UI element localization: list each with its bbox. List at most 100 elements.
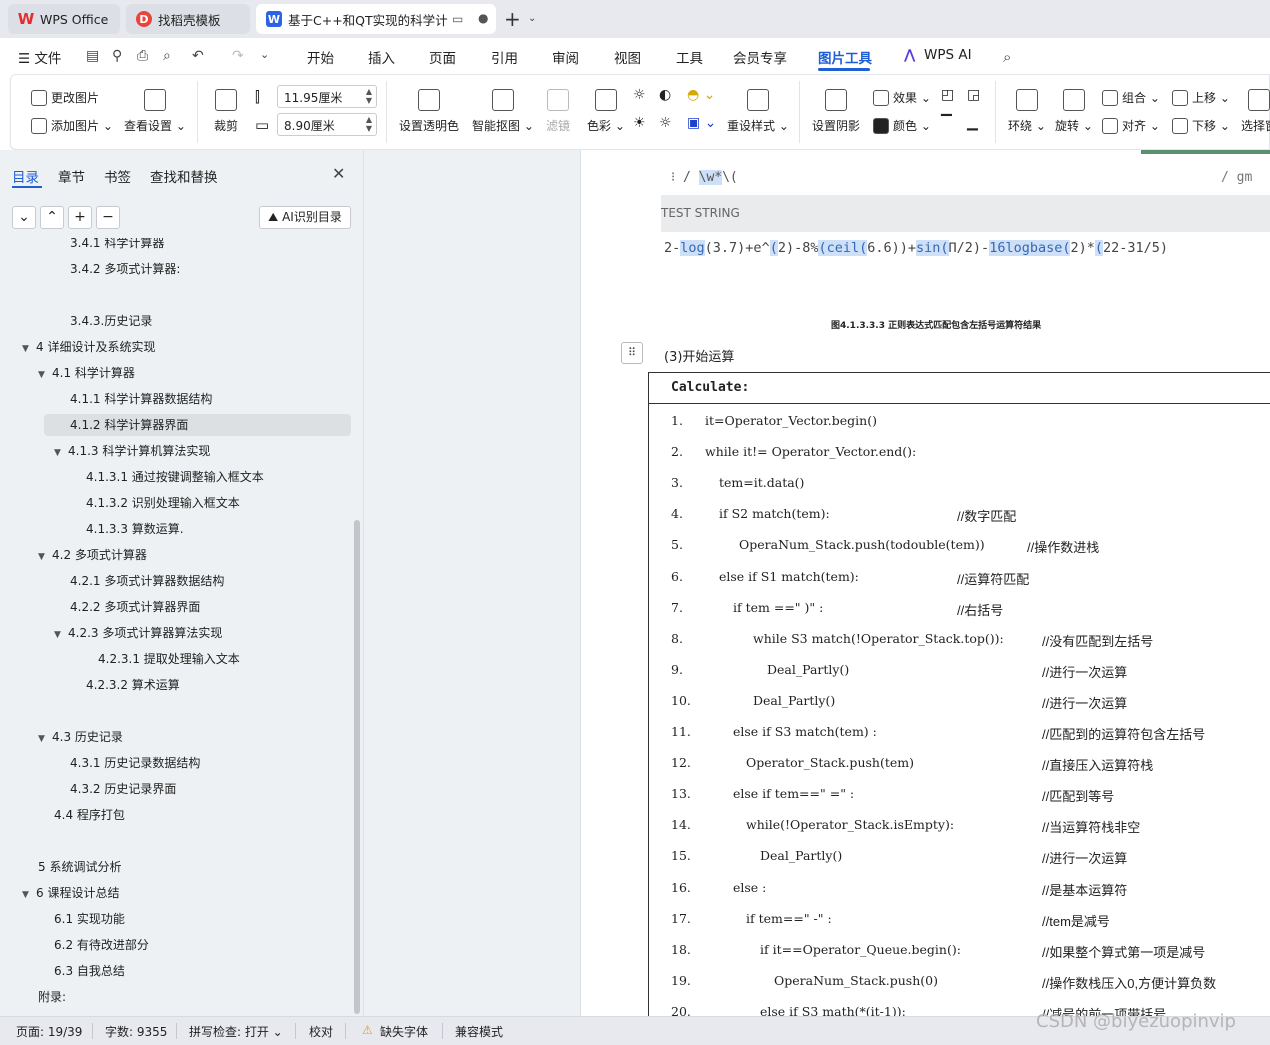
print-preview-icon[interactable]: ⌕ [163,48,171,64]
outline-icon[interactable]: ▣ ⌄ [687,115,716,131]
menu-references[interactable]: 引用 [491,47,518,67]
menu-insert[interactable]: 插入 [368,47,395,67]
toc-item[interactable]: ▼ 4 详细设计及系统实现 [22,336,155,358]
print-icon[interactable]: ⎙ [137,48,148,64]
expand-triangle-icon[interactable]: ▼ [54,442,68,464]
toc-item[interactable]: ▼ 4.2 多项式计算器 [38,544,147,566]
brightness-down-icon[interactable]: ☀ [633,115,646,131]
remove-heading-button[interactable]: − [96,206,120,229]
chevron-down-icon[interactable]: ⌄ [528,13,536,24]
tab-chapters[interactable]: 章节 [58,166,85,186]
brightness-up-icon[interactable]: ☼ [633,87,646,103]
set-transparent-button[interactable]: 设置透明色 [399,89,459,134]
menu-home[interactable]: 开始 [307,47,334,67]
rotate-button[interactable]: 旋转 ⌄ [1055,89,1093,134]
toc-item[interactable]: 3.4.2 多项式计算器: [70,258,180,280]
toc-item[interactable]: 4.2.1 多项式计算器数据结构 [70,570,224,592]
contrast-down-icon[interactable]: ☼ [659,115,672,131]
unsaved-dot-icon[interactable]: ● [478,11,488,25]
toc-item[interactable]: ▼ 4.3 历史记录 [38,726,123,748]
wps-ai-icon[interactable]: ⋀ [904,47,915,63]
toc-item[interactable]: 4.3.2 历史记录界面 [70,778,176,800]
tab-docer-templates[interactable]: D 找稻壳模板 [126,4,250,34]
toc-item[interactable]: 4.3.1 历史记录数据结构 [70,752,200,774]
effect-button[interactable]: 效果 ⌄ [873,89,931,106]
expand-triangle-icon[interactable]: ▼ [54,624,68,646]
menu-file[interactable]: ☰ 文件 [18,47,61,67]
collapse-all-button[interactable]: ⌃ [40,206,64,229]
wrap-button[interactable]: 环绕 ⌄ [1008,89,1046,134]
tab-current-document[interactable]: W 基于C++和QT实现的科学计算器 ▭ ● [256,4,496,34]
search-icon[interactable]: ⌕ [1003,48,1011,66]
tab-wps-office[interactable]: W WPS Office [8,4,120,34]
toc-item[interactable]: ▼ 4.1.3 科学计算机算法实现 [54,440,210,462]
chevron-down-icon[interactable]: ⌄ [260,48,269,61]
menu-review[interactable]: 审阅 [552,47,579,67]
screen-icon[interactable]: ▭ [452,12,463,26]
crop-button[interactable]: 裁剪 [214,89,238,134]
toc-item[interactable]: ▼ 4.1 科学计算器 [38,362,135,384]
missing-font-button[interactable]: 缺失字体 [380,1023,428,1040]
tab-bookmarks[interactable]: 书签 [104,166,131,186]
contrast-icon[interactable]: ◐ [659,87,671,103]
close-icon[interactable]: ✕ [332,164,345,183]
menu-vip[interactable]: 会员专享 [733,47,787,67]
tab-find-replace[interactable]: 查找和替换 [150,166,218,186]
toc-item[interactable]: 3.4.1 科学计算器 [70,238,164,254]
toc-item[interactable]: 3.4.3.历史记录 [70,310,152,332]
page-indicator[interactable]: 页面: 19/39 [16,1023,82,1040]
word-count[interactable]: 字数: 9355 [105,1023,167,1040]
filter-button[interactable]: 滤镜 [546,89,570,134]
toc-item[interactable]: 4.1.3.2 识别处理输入框文本 [86,492,240,514]
stepper-icon[interactable]: ▲ ▼ [366,87,372,105]
add-heading-button[interactable]: + [68,206,92,229]
spell-check[interactable]: 拼写检查: 打开 ⌄ [189,1023,283,1040]
toc-item[interactable]: ▼ 6 课程设计总结 [22,882,119,904]
add-picture-button[interactable]: 添加图片 ⌄ [31,117,113,134]
toc-scrollbar[interactable] [354,520,360,1014]
toc-item[interactable]: 4.1.1 科学计算器数据结构 [70,388,212,410]
tab-toc[interactable]: 目录 [12,166,39,186]
fill-icon[interactable]: ◓ ⌄ [687,87,715,103]
toc-item[interactable]: 4.1.3.3 算数运算. [86,518,184,540]
toc-item[interactable]: 5 系统调试分析 [38,856,121,878]
align-top-icon[interactable]: ▔ [941,115,952,131]
menu-picture-tools[interactable]: 图片工具 [818,47,872,67]
view-settings-button[interactable]: 查看设置 ⌄ [124,89,186,134]
expand-triangle-icon[interactable]: ▼ [22,884,36,906]
group-button[interactable]: 组合 ⌄ [1102,89,1160,106]
move-up-button[interactable]: 上移 ⌄ [1172,89,1230,106]
toc-item[interactable]: 附录: [38,986,66,1008]
toc-item[interactable]: 6.1 实现功能 [54,908,125,930]
toc-item[interactable]: 4.2.2 多项式计算器界面 [70,596,200,618]
embedded-regex-image[interactable]: ⁝ / \w*\( / gm TEST STRING 2-log(3.7)+e^… [661,150,1270,308]
move-down-button[interactable]: 下移 ⌄ [1172,117,1230,134]
menu-view[interactable]: 视图 [614,47,641,67]
expand-triangle-icon[interactable]: ▼ [38,728,52,750]
selection-pane-button[interactable]: 选择窗 [1241,89,1270,134]
drag-handle-icon[interactable]: ⠿ [621,342,643,364]
toc-item[interactable]: 6.3 自我总结 [54,960,125,982]
ai-toc-button[interactable]: ⛰ AI识别目录 [259,206,351,229]
expand-triangle-icon[interactable]: ▼ [38,546,52,568]
expand-triangle-icon[interactable]: ▼ [38,364,52,386]
toc-item[interactable]: 6.2 有待改进部分 [54,934,149,956]
stepper-icon[interactable]: ▲ ▼ [366,115,372,133]
align-bottom-icon[interactable]: ▁ [967,115,978,131]
menu-tools[interactable]: 工具 [676,47,703,67]
new-tab-plus-icon[interactable]: + [504,7,521,31]
redo-icon[interactable]: ↷ [232,48,244,64]
expand-triangle-icon[interactable]: ▼ [22,338,36,360]
toc-item[interactable]: 4.2.3.2 算术运算 [86,674,180,696]
undo-icon[interactable]: ↶ [192,48,204,64]
proofread-button[interactable]: 校对 [309,1023,333,1040]
toc-item[interactable]: 4.1.3.1 通过按键调整输入框文本 [86,466,264,488]
bring-forward-icon[interactable]: ◰ [941,87,954,103]
toc-item[interactable]: ▼ 4.2.3 多项式计算器算法实现 [54,622,222,644]
set-shadow-button[interactable]: 设置阴影 [812,89,860,134]
menu-wps-ai[interactable]: WPS AI [924,47,972,63]
toc-item[interactable]: 4.4 程序打包 [54,804,125,826]
export-icon[interactable]: ⚲ [112,48,122,64]
smart-cutout-button[interactable]: 智能抠图 ⌄ [472,89,534,134]
compat-mode[interactable]: 兼容模式 [455,1023,503,1040]
